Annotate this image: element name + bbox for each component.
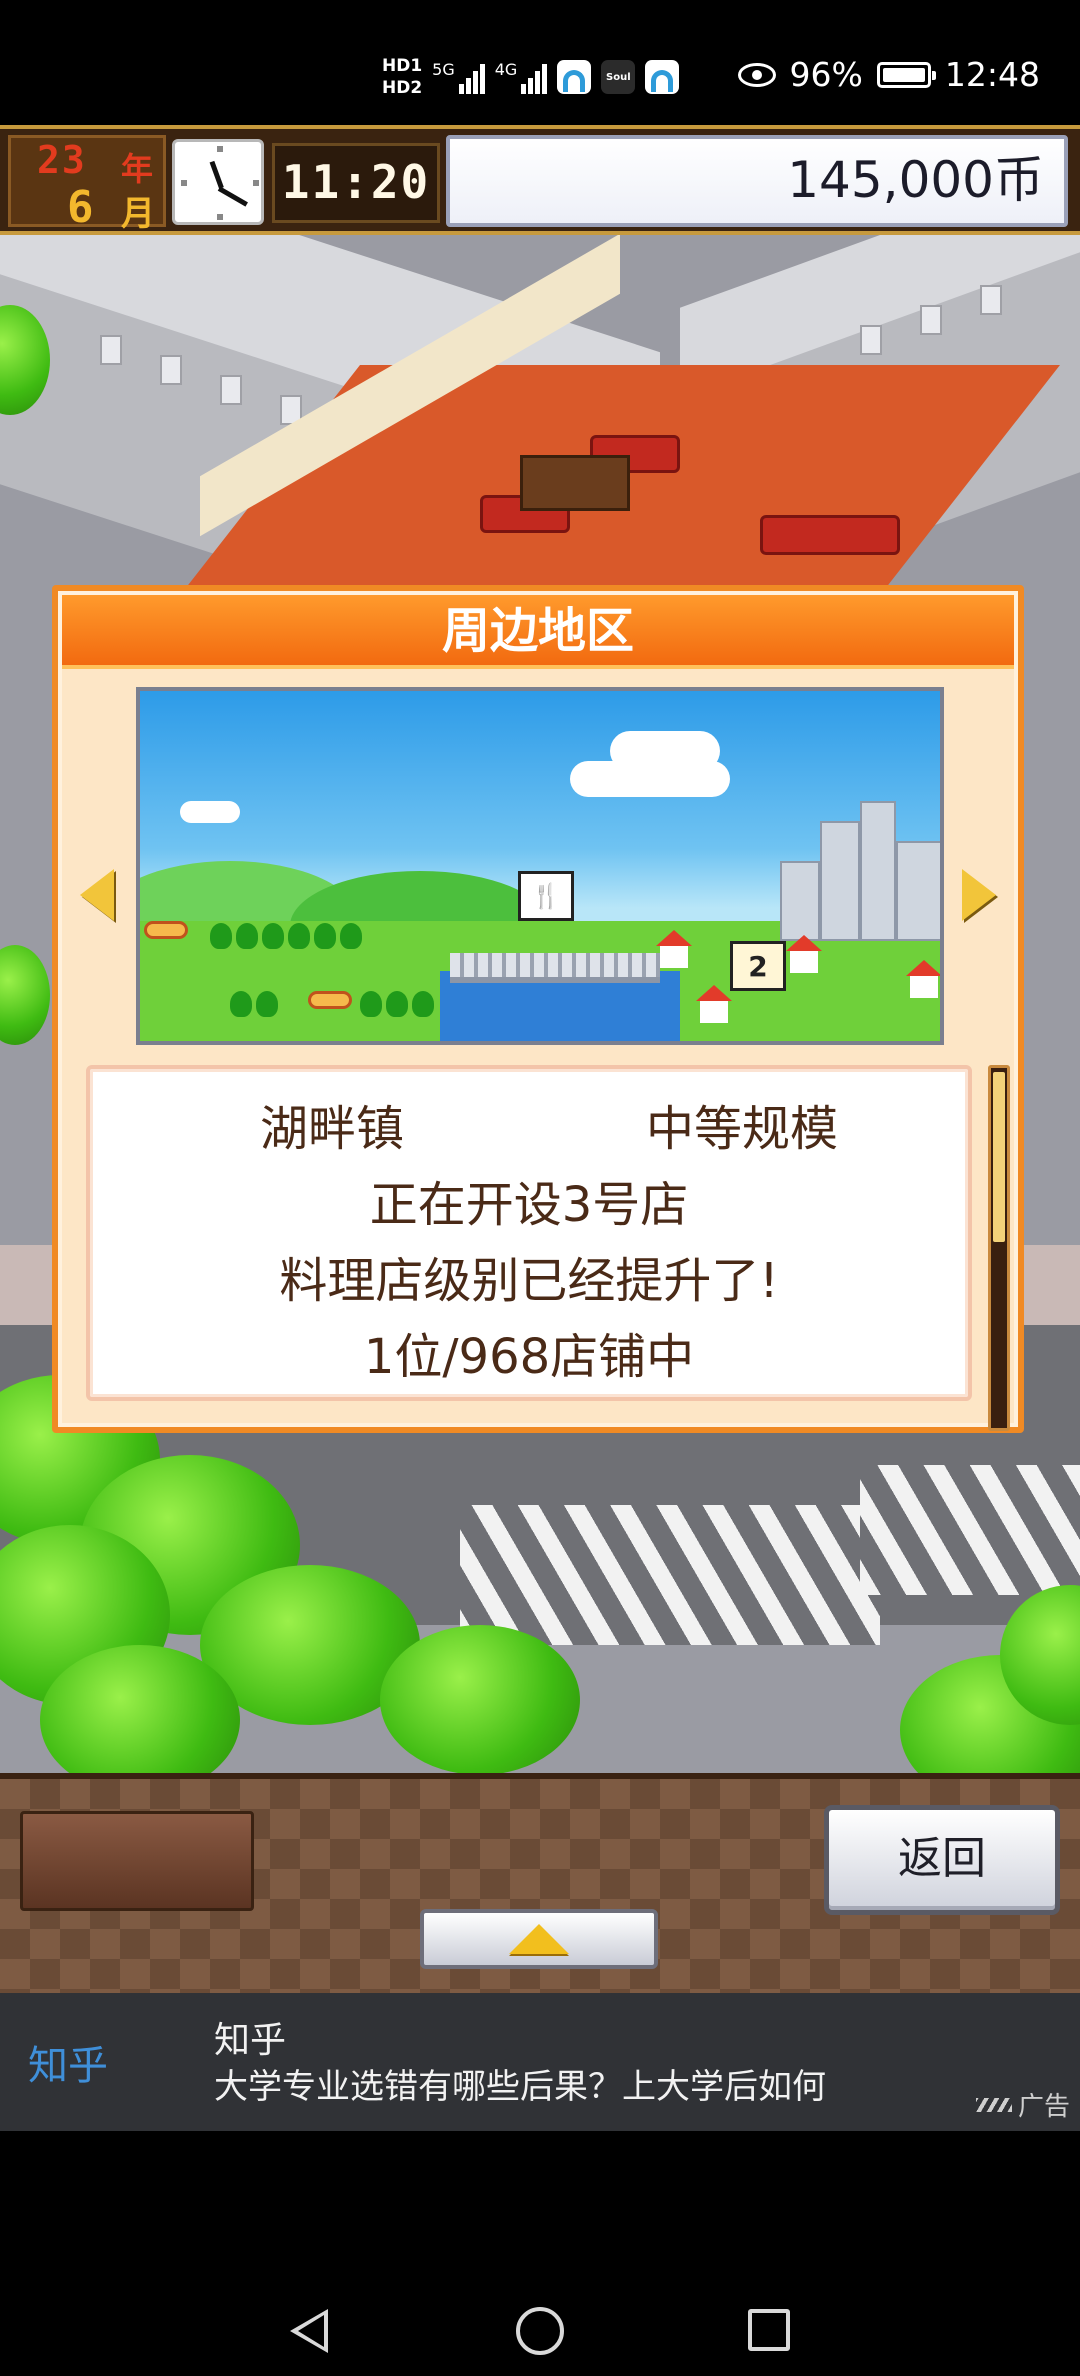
game-scene[interactable]: 23 年 6 月 11:20 145,000币 周边地区 🍴 2 湖畔镇 中等规…	[0, 125, 1080, 1993]
year-value: 23	[37, 138, 87, 182]
house	[906, 960, 940, 998]
system-nav-bar	[0, 2131, 1080, 2376]
city-building	[780, 861, 820, 941]
crosswalk	[460, 1505, 880, 1645]
dialog-header: 周边地区	[62, 595, 1014, 669]
food-stand-icon	[144, 921, 188, 939]
status-network-group: HD1 HD2 5G 4G Soul	[382, 52, 680, 102]
ad-title[interactable]: 知乎	[214, 2011, 286, 2063]
year-unit: 年	[121, 150, 154, 188]
signal-5g-label: 5G	[432, 60, 455, 79]
date-display: 23 年 6 月	[8, 135, 166, 234]
current-shop-marker-icon[interactable]: 🍴	[518, 871, 574, 921]
notification-app-icon	[557, 60, 592, 94]
bush	[210, 923, 232, 949]
ad-tag-label: 广告	[1017, 2092, 1070, 2122]
nav-recent-icon[interactable]	[748, 2309, 790, 2351]
battery-icon	[876, 61, 936, 88]
status-time: 12:48	[944, 55, 1040, 94]
info-opening-status: 正在开设3号店	[369, 1177, 689, 1233]
clock-icon	[172, 139, 264, 225]
restaurant-sofa	[760, 515, 900, 555]
bush	[262, 923, 284, 949]
expand-menu-button[interactable]	[420, 1909, 658, 1969]
bush	[236, 923, 258, 949]
bush	[314, 923, 336, 949]
city-building	[820, 821, 860, 941]
money-display: 145,000币	[446, 135, 1068, 227]
bottom-panel: 返回	[0, 1773, 1080, 1993]
ad-brand-logo[interactable]: 知乎	[28, 2033, 108, 2091]
window	[160, 355, 182, 385]
info-level-up: 料理店级别已经提升了!	[279, 1253, 779, 1309]
cloud	[180, 801, 240, 823]
shop-2-marker-label: 2	[748, 949, 768, 983]
tree	[380, 1625, 580, 1775]
crosswalk	[860, 1465, 1080, 1595]
arrow-left-icon[interactable]	[80, 869, 114, 921]
ad-tag: 广告	[975, 2086, 1070, 2123]
up-arrow-icon	[509, 1924, 569, 1954]
window	[860, 325, 882, 355]
bush	[256, 991, 278, 1017]
month-value: 6	[67, 182, 94, 233]
town-scale: 中等规模	[645, 1101, 838, 1157]
bush	[412, 991, 434, 1017]
hd-indicator: HD1 HD2	[382, 55, 422, 99]
area-dialog: 周边地区 🍴 2 湖畔镇 中等规模 正在开设3号店 料理店级别已经提升了! 1位…	[52, 585, 1024, 1433]
month-unit: 月	[121, 194, 155, 234]
window	[980, 285, 1002, 315]
eye-icon	[737, 62, 776, 87]
soul-app-label: Soul	[606, 71, 631, 83]
info-scrollbar[interactable]	[988, 1065, 1010, 1431]
house	[786, 935, 822, 973]
ad-text[interactable]: 大学专业选错有哪些后果？上大学后如何	[214, 2059, 826, 2108]
bush	[288, 923, 310, 949]
house	[656, 930, 692, 968]
scrollbar-thumb[interactable]	[993, 1072, 1005, 1242]
food-stand-icon	[308, 991, 352, 1009]
notification-app-icon-2	[645, 60, 680, 94]
info-rank: 1位/968店铺中	[363, 1329, 695, 1385]
back-button[interactable]: 返回	[824, 1805, 1060, 1915]
town-name: 湖畔镇	[260, 1101, 405, 1157]
bush	[340, 923, 362, 949]
ad-mark-icon	[975, 2097, 1012, 2112]
hd2-label: HD2	[382, 78, 423, 98]
bush	[230, 991, 252, 1017]
soul-app-icon: Soul	[601, 60, 636, 94]
window	[220, 375, 242, 405]
city-building	[860, 801, 896, 941]
restaurant-table	[520, 455, 630, 511]
bush	[386, 991, 408, 1017]
bush	[360, 991, 382, 1017]
nav-back-icon[interactable]	[290, 2309, 328, 2353]
battery-percent: 96%	[789, 55, 863, 94]
arrow-right-icon[interactable]	[962, 869, 996, 921]
city-building	[896, 841, 940, 941]
cloud	[570, 761, 730, 797]
panel-slot[interactable]	[20, 1811, 254, 1911]
shop-2-marker[interactable]: 2	[730, 941, 786, 991]
game-hud: 23 年 6 月 11:20 145,000币	[0, 125, 1080, 235]
status-bar: HD1 HD2 5G 4G Soul 96% 12:48	[0, 0, 1080, 125]
signal-5g-icon: 5G	[432, 60, 485, 94]
window	[920, 305, 942, 335]
nav-home-icon[interactable]	[516, 2307, 564, 2355]
ad-banner[interactable]: 知乎 知乎 大学专业选错有哪些后果？上大学后如何 广告	[0, 1993, 1080, 2131]
house	[696, 985, 732, 1023]
area-map-view: 🍴 2	[136, 687, 944, 1045]
signal-4g-label: 4G	[494, 60, 518, 79]
signal-4g-icon: 4G	[495, 60, 548, 94]
area-info-box: 湖畔镇 中等规模 正在开设3号店 料理店级别已经提升了! 1位/968店铺中	[86, 1065, 972, 1401]
game-time: 11:20	[272, 143, 440, 223]
bridge	[450, 953, 660, 983]
status-right-group: 96% 12:48	[737, 55, 1040, 94]
hd1-label: HD1	[382, 56, 423, 76]
tree	[0, 945, 50, 1045]
window	[100, 335, 122, 365]
dialog-title: 周边地区	[441, 603, 634, 659]
